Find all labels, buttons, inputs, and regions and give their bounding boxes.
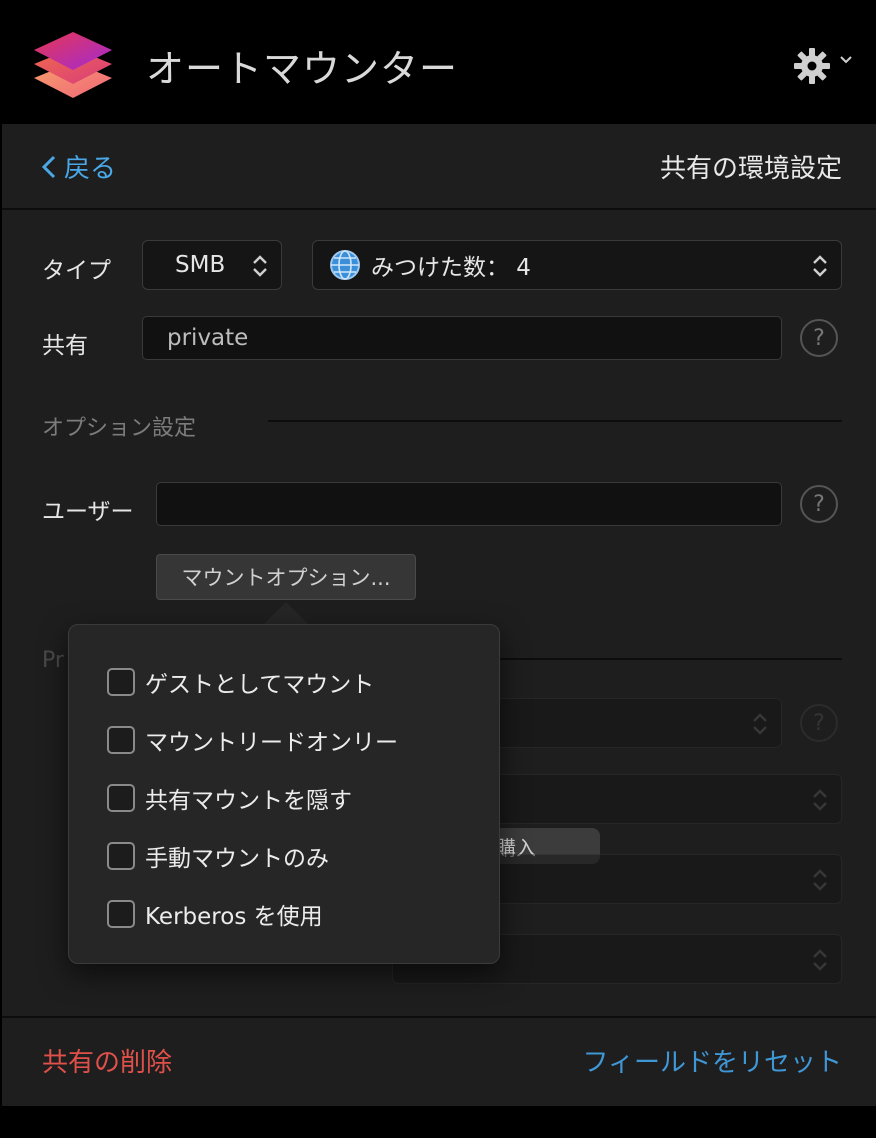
reset-fields-button[interactable]: フィールドをリセット (583, 1042, 842, 1079)
share-label: 共有 (42, 333, 88, 359)
found-shares-select[interactable]: みつけた数： 4 (312, 240, 842, 290)
type-label: タイプ (42, 258, 111, 284)
read-only-option[interactable]: マウントリードオンリー (107, 723, 398, 757)
page-title: 共有の環境設定 (659, 154, 842, 184)
popover-arrow (262, 602, 310, 626)
type-select[interactable]: SMB (142, 240, 282, 290)
gear-icon[interactable] (792, 46, 832, 86)
background-section-title: Pr (42, 648, 64, 673)
back-label: 戻る (64, 154, 117, 184)
updown-chevron-icon (753, 713, 767, 735)
back-button[interactable]: 戻る (40, 148, 116, 185)
footer-divider (2, 1016, 876, 1018)
app-title: オートマウンター (146, 47, 459, 91)
option-label: マウントリードオンリー (145, 730, 398, 756)
title-bar: オートマウンター (0, 0, 876, 124)
manual-mount-option[interactable]: 手動マウントのみ (107, 839, 329, 873)
updown-chevron-icon (813, 789, 827, 811)
options-section-title: オプション設定 (42, 416, 197, 441)
updown-chevron-icon (813, 255, 827, 277)
help-icon: ? (800, 704, 838, 742)
checkbox[interactable] (107, 900, 135, 928)
delete-share-button[interactable]: 共有の削除 (42, 1042, 172, 1079)
checkbox[interactable] (107, 726, 135, 754)
help-icon[interactable]: ? (800, 319, 838, 357)
mount-options-popover: ゲストとしてマウント マウントリードオンリー 共有マウントを隠す 手動マウントの… (68, 624, 500, 964)
user-input[interactable] (156, 482, 782, 526)
chevron-left-icon (41, 155, 56, 178)
globe-icon (330, 250, 360, 280)
section-divider (442, 658, 842, 660)
user-label: ユーザー (42, 499, 134, 525)
hide-share-option[interactable]: 共有マウントを隠す (107, 781, 352, 815)
guest-mount-option[interactable]: ゲストとしてマウント (107, 665, 374, 699)
updown-chevron-icon (813, 949, 827, 971)
section-divider (268, 420, 842, 422)
option-label: Kerberos を使用 (145, 904, 323, 930)
kerberos-option[interactable]: Kerberos を使用 (107, 897, 323, 931)
nav-bar: 戻る 共有の環境設定 (2, 124, 876, 210)
option-label: ゲストとしてマウント (145, 672, 375, 698)
option-label: 手動マウントのみ (145, 846, 329, 872)
help-icon[interactable]: ? (800, 485, 838, 523)
layers-icon (34, 32, 112, 98)
chevron-down-icon[interactable] (838, 52, 854, 68)
option-label: 共有マウントを隠す (145, 788, 352, 814)
checkbox[interactable] (107, 842, 135, 870)
type-value: SMB (175, 252, 226, 278)
checkbox[interactable] (107, 784, 135, 812)
checkbox[interactable] (107, 668, 135, 696)
mount-options-button[interactable]: マウントオプション... (156, 554, 416, 600)
updown-chevron-icon (813, 869, 827, 891)
updown-chevron-icon (253, 255, 267, 277)
share-input[interactable]: private (142, 316, 782, 360)
found-count-label: みつけた数： 4 (371, 255, 531, 281)
